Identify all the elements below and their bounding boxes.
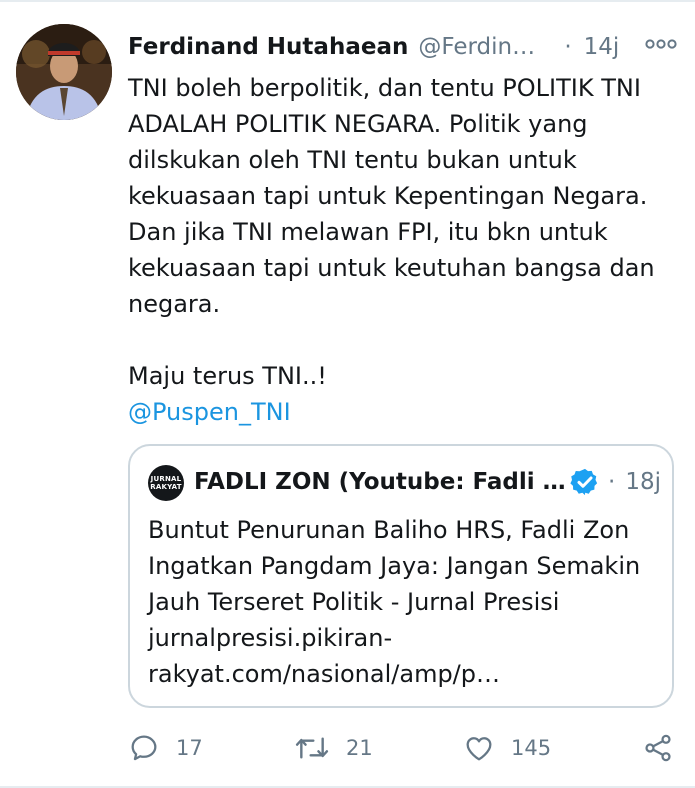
retweet-count: 21	[346, 736, 373, 760]
quoted-tweet-card[interactable]: JURNAL RAKYAT FADLI ZON (Youtube: Fadli …	[128, 444, 674, 708]
tweet-timestamp[interactable]: 14j	[584, 34, 620, 60]
logo-text: RAKYAT	[150, 483, 182, 491]
top-divider	[0, 0, 695, 2]
tweet-paragraph: Maju terus TNI..!	[128, 362, 327, 390]
logo-text: JURNAL	[150, 475, 182, 483]
quoted-tweet-header: FADLI ZON (Youtube: Fadli Zon Official) …	[194, 464, 661, 500]
quoted-tweet-text: Buntut Penurunan Baliho HRS, Fadli Zon I…	[148, 516, 641, 688]
share-icon	[645, 734, 671, 762]
author-photo	[16, 24, 112, 120]
reply-button[interactable]: 17	[128, 728, 203, 768]
reply-count: 17	[176, 736, 203, 760]
quoted-author-name[interactable]: FADLI ZON (Youtube: Fadli Zon Official)	[194, 469, 566, 495]
like-button[interactable]: 145	[463, 728, 551, 768]
tweet-header: Ferdinand Hutahaean @Ferdinand_Hutahaean…	[128, 30, 679, 64]
tweet-body: TNI boleh berpolitik, dan tentu POLITIK …	[128, 70, 678, 430]
tweet-action-bar: 17 21 145	[128, 728, 678, 768]
author-name[interactable]: Ferdinand Hutahaean	[128, 34, 408, 60]
mention-link[interactable]: @Puspen_TNI	[128, 398, 291, 426]
author-handle[interactable]: @Ferdinand_Hutahaean	[418, 34, 544, 60]
quoted-author-avatar[interactable]: JURNAL RAKYAT	[148, 465, 184, 501]
share-button[interactable]	[642, 728, 674, 768]
retweet-icon	[295, 737, 329, 759]
more-options-button[interactable]	[643, 32, 679, 56]
more-horizontal-icon	[645, 39, 677, 49]
tweet-paragraph: TNI boleh berpolitik, dan tentu POLITIK …	[128, 74, 655, 318]
like-icon	[466, 737, 492, 761]
retweet-button[interactable]: 21	[294, 728, 373, 768]
reply-icon	[131, 735, 157, 761]
quoted-tweet-timestamp[interactable]: 18j	[625, 469, 661, 495]
verified-badge-icon	[570, 468, 598, 496]
header-separator: ·	[564, 34, 572, 60]
author-avatar[interactable]	[16, 24, 112, 120]
quoted-header-separator: ·	[608, 469, 616, 495]
like-count: 145	[511, 736, 552, 760]
